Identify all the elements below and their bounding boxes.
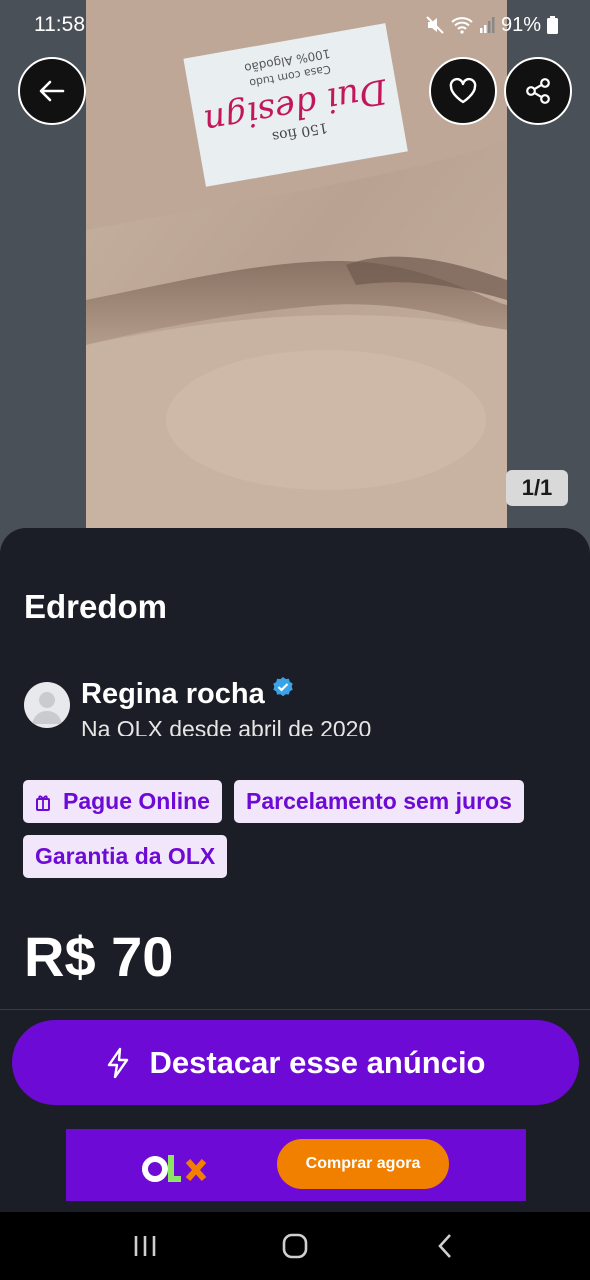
home-button[interactable] <box>265 1216 325 1276</box>
seller-info[interactable]: Regina rocha Na OLX desde abril de 2020 <box>22 676 562 736</box>
home-icon <box>282 1233 308 1259</box>
status-bar: 11:58 91% <box>0 0 590 50</box>
ad-banner[interactable]: Comprar agora <box>66 1129 526 1201</box>
tag-label: Garantia da OLX <box>35 843 216 869</box>
share-button[interactable] <box>504 57 572 125</box>
image-counter: 1/1 <box>506 470 568 506</box>
favorite-button[interactable] <box>429 57 497 125</box>
tag-label: Parcelamento sem juros <box>245 788 512 814</box>
tag-pague-online: Pague Online <box>23 780 222 823</box>
highlight-ad-button[interactable]: Destacar esse anúncio <box>12 1020 579 1105</box>
battery-text: 91% <box>500 13 541 36</box>
gift-icon <box>36 794 50 811</box>
avatar <box>24 682 70 728</box>
feature-tags: Pague Online Parcelamento sem juros Gara… <box>23 780 573 878</box>
image-gallery[interactable]: Dui design Casa com tudo 100% Algodão 15… <box>0 0 590 560</box>
verified-badge-icon <box>271 676 295 705</box>
system-back-button[interactable] <box>415 1216 475 1276</box>
tag-label: Pague Online <box>63 788 210 814</box>
share-icon <box>526 78 550 104</box>
seller-name: Regina rocha <box>81 678 265 710</box>
lightning-icon <box>108 1047 129 1078</box>
seller-since: Na OLX desde abril de 2020 <box>81 716 372 736</box>
cta-label: Destacar esse anúncio <box>149 1044 486 1080</box>
status-icons: 91% <box>425 14 558 37</box>
listing-details: Edredom Regina rocha Na OLX desde abril … <box>0 528 590 1212</box>
recents-icon <box>134 1236 156 1256</box>
status-time: 11:58 <box>34 13 85 36</box>
signal-icon <box>479 16 495 34</box>
tag-parcelamento: Parcelamento sem juros <box>233 780 524 823</box>
chevron-left-icon <box>438 1234 451 1258</box>
tag-garantia: Garantia da OLX <box>23 835 228 878</box>
listing-title: Edredom <box>24 588 168 625</box>
buy-now-button[interactable]: Comprar agora <box>277 1139 449 1189</box>
arrow-left-icon <box>39 80 65 102</box>
price: R$ 70 <box>24 925 174 988</box>
system-nav-bar <box>0 1212 590 1280</box>
back-button[interactable] <box>18 57 86 125</box>
wifi-icon <box>451 16 473 34</box>
battery-icon <box>547 16 558 34</box>
divider <box>0 1009 590 1010</box>
olx-logo <box>142 1147 210 1194</box>
mute-icon <box>425 15 445 35</box>
heart-icon <box>449 77 477 104</box>
recents-button[interactable] <box>115 1216 175 1276</box>
